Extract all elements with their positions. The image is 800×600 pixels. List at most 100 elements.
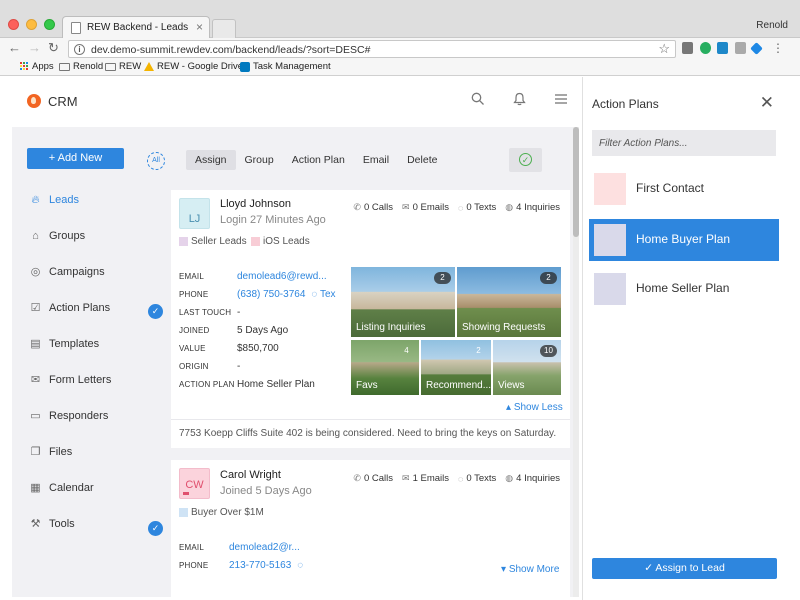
close-window-button[interactable] <box>8 19 19 30</box>
add-new-button[interactable]: + Add New <box>27 148 124 169</box>
sidebar-item-templates[interactable]: ▤ Templates <box>30 338 99 350</box>
group-tag[interactable]: iOS Leads <box>251 236 310 247</box>
phone-link[interactable]: 213-770-5163 <box>229 560 291 571</box>
sidebar-item-responders[interactable]: ▭ Responders <box>30 410 108 422</box>
info-icon[interactable]: i <box>74 44 85 55</box>
back-icon[interactable]: ← <box>8 40 21 55</box>
assign-button[interactable]: Assign <box>186 150 236 170</box>
scrollbar[interactable] <box>573 127 579 597</box>
menu-icon[interactable] <box>555 92 567 108</box>
envelope-icon: ✉ <box>402 473 410 483</box>
browser-tab[interactable]: REW Backend - Leads × <box>62 16 210 39</box>
search-icon[interactable] <box>471 92 485 109</box>
select-all-toggle[interactable]: All <box>147 152 165 170</box>
extension-icon[interactable] <box>682 42 693 54</box>
tile-count: 10 <box>540 345 557 357</box>
group-tag[interactable]: Buyer Over $1M <box>179 507 264 518</box>
emails-stat[interactable]: ✉ 0 Emails <box>402 202 449 213</box>
email-link[interactable]: demolead2@r... <box>229 542 300 553</box>
flame-icon: 🔥︎ <box>31 193 40 206</box>
email-link[interactable]: demolead6@rewd... <box>237 271 327 282</box>
bookmark-task-management[interactable]: Task Management <box>240 61 331 72</box>
group-tag[interactable]: Seller Leads <box>179 236 247 247</box>
inquiries-stat[interactable]: ◍ 4 Inquiries <box>505 473 560 484</box>
extension-icon[interactable] <box>717 42 728 54</box>
sidebar-item-files[interactable]: ❐ Files <box>30 446 73 458</box>
profile-name[interactable]: Renold <box>756 20 788 31</box>
listing-inquiries-tile[interactable]: 2 Listing Inquiries <box>351 267 455 337</box>
inquiries-count: 4 Inquiries <box>516 202 560 213</box>
plan-item-home-seller[interactable]: Home Seller Plan <box>589 268 779 310</box>
sidebar-item-form-letters[interactable]: ✉ Form Letters <box>30 374 111 386</box>
extension-icon[interactable] <box>750 42 763 55</box>
calls-stat[interactable]: ✆ 0 Calls <box>353 473 393 484</box>
sidebar-item-action-plans[interactable]: ☑ Action Plans <box>30 302 111 314</box>
chrome-menu-icon[interactable]: ⋮ <box>772 41 784 55</box>
maximize-window-button[interactable] <box>44 19 55 30</box>
plan-label: Home Buyer Plan <box>636 232 731 246</box>
text-link[interactable]: ◌ Tex <box>311 289 335 300</box>
info-key: PHONE <box>179 561 209 570</box>
email-button[interactable]: Email <box>354 150 398 170</box>
avatar-initials: CW <box>185 479 204 491</box>
scrollbar-thumb[interactable] <box>573 127 579 237</box>
info-value: Home Seller Plan <box>237 379 315 390</box>
emails-count: 0 Emails <box>412 202 449 213</box>
show-more-link[interactable]: ▾ Show More <box>501 564 559 575</box>
texts-stat[interactable]: ◌ 0 Texts <box>458 473 496 484</box>
tab-close-icon[interactable]: × <box>196 20 203 34</box>
filter-action-plans-input[interactable] <box>592 130 776 156</box>
select-check-button[interactable]: ✓ <box>509 148 542 172</box>
browser-toolbar: ← → ↻ i dev.demo-summit.rewdev.com/backe… <box>0 38 800 60</box>
reload-icon[interactable]: ↻ <box>48 40 59 56</box>
lead-card[interactable]: CW Carol Wright Joined 5 Days Ago ✆ 0 Cal… <box>171 460 570 597</box>
lead-name[interactable]: Lloyd Johnson <box>220 198 291 210</box>
bookmark-apps[interactable]: Apps <box>20 61 54 72</box>
showing-requests-tile[interactable]: 2 Showing Requests <box>457 267 561 337</box>
minimize-window-button[interactable] <box>26 19 37 30</box>
bookmark-rew[interactable]: REW <box>105 61 141 72</box>
forward-icon[interactable]: → <box>28 40 41 55</box>
lead-name[interactable]: Carol Wright <box>220 469 281 481</box>
delete-button[interactable]: Delete <box>398 150 446 170</box>
value-row: VALUE $850,700 <box>179 343 279 354</box>
plan-item-first-contact[interactable]: First Contact <box>589 168 779 210</box>
bookmark-star-icon[interactable]: ☆ <box>658 41 670 57</box>
avatar-bar <box>183 492 189 495</box>
recommendations-tile[interactable]: 2 Recommend... <box>421 340 491 395</box>
group-button[interactable]: Group <box>236 150 283 170</box>
emails-stat[interactable]: ✉ 1 Emails <box>402 473 449 484</box>
sidebar-item-tools[interactable]: ⚒ Tools <box>30 518 75 530</box>
views-tile[interactable]: 10 Views <box>493 340 561 395</box>
calls-stat[interactable]: ✆ 0 Calls <box>353 202 393 213</box>
assign-to-lead-button[interactable]: ✓ Assign to Lead <box>592 558 777 579</box>
sidebar-item-groups[interactable]: ⌂ Groups <box>30 230 85 242</box>
sidebar-item-calendar[interactable]: ▦ Calendar <box>30 482 93 494</box>
bookmark-google-drive[interactable]: REW - Google Drive <box>144 61 243 72</box>
texts-stat[interactable]: ◌ 0 Texts <box>458 202 496 213</box>
sidebar-item-leads[interactable]: 🔥︎ Leads <box>30 194 79 206</box>
favs-tile[interactable]: 4 Favs <box>351 340 419 395</box>
info-key: EMAIL <box>179 543 205 552</box>
lead-stats: ✆ 0 Calls ✉ 0 Emails ◌ 0 Texts ◍ 4 Inquiries <box>353 202 560 213</box>
phone-row: PHONE 213-770-5163 ◌ <box>179 560 303 571</box>
phone-link[interactable]: (638) 750-3764 <box>237 289 305 300</box>
new-tab-button[interactable] <box>212 19 236 39</box>
tile-count: 2 <box>476 346 481 355</box>
show-less-link[interactable]: ▴ Show Less <box>506 402 563 413</box>
chat-icon[interactable]: ◌ <box>297 560 303 571</box>
address-bar[interactable]: i dev.demo-summit.rewdev.com/backend/lea… <box>68 40 676 58</box>
plan-item-home-buyer[interactable]: Home Buyer Plan <box>589 219 779 261</box>
action-plan-row: ACTION PLAN Home Seller Plan <box>179 379 315 390</box>
close-icon[interactable]: ✕ <box>760 93 774 113</box>
sidebar-item-campaigns[interactable]: ◎ Campaigns <box>30 266 105 278</box>
inquiries-stat[interactable]: ◍ 4 Inquiries <box>505 202 560 213</box>
lead-card[interactable]: LJ Lloyd Johnson Login 27 Minutes Ago ✆ 0… <box>171 190 570 448</box>
bookmark-renold[interactable]: Renold <box>59 61 103 72</box>
info-key: JOINED <box>179 326 210 335</box>
bell-icon[interactable] <box>513 92 526 109</box>
action-plan-button[interactable]: Action Plan <box>283 150 354 170</box>
extension-icon[interactable] <box>735 42 746 54</box>
tag-label: Buyer Over $1M <box>191 507 264 518</box>
grammarly-icon[interactable] <box>700 42 711 54</box>
